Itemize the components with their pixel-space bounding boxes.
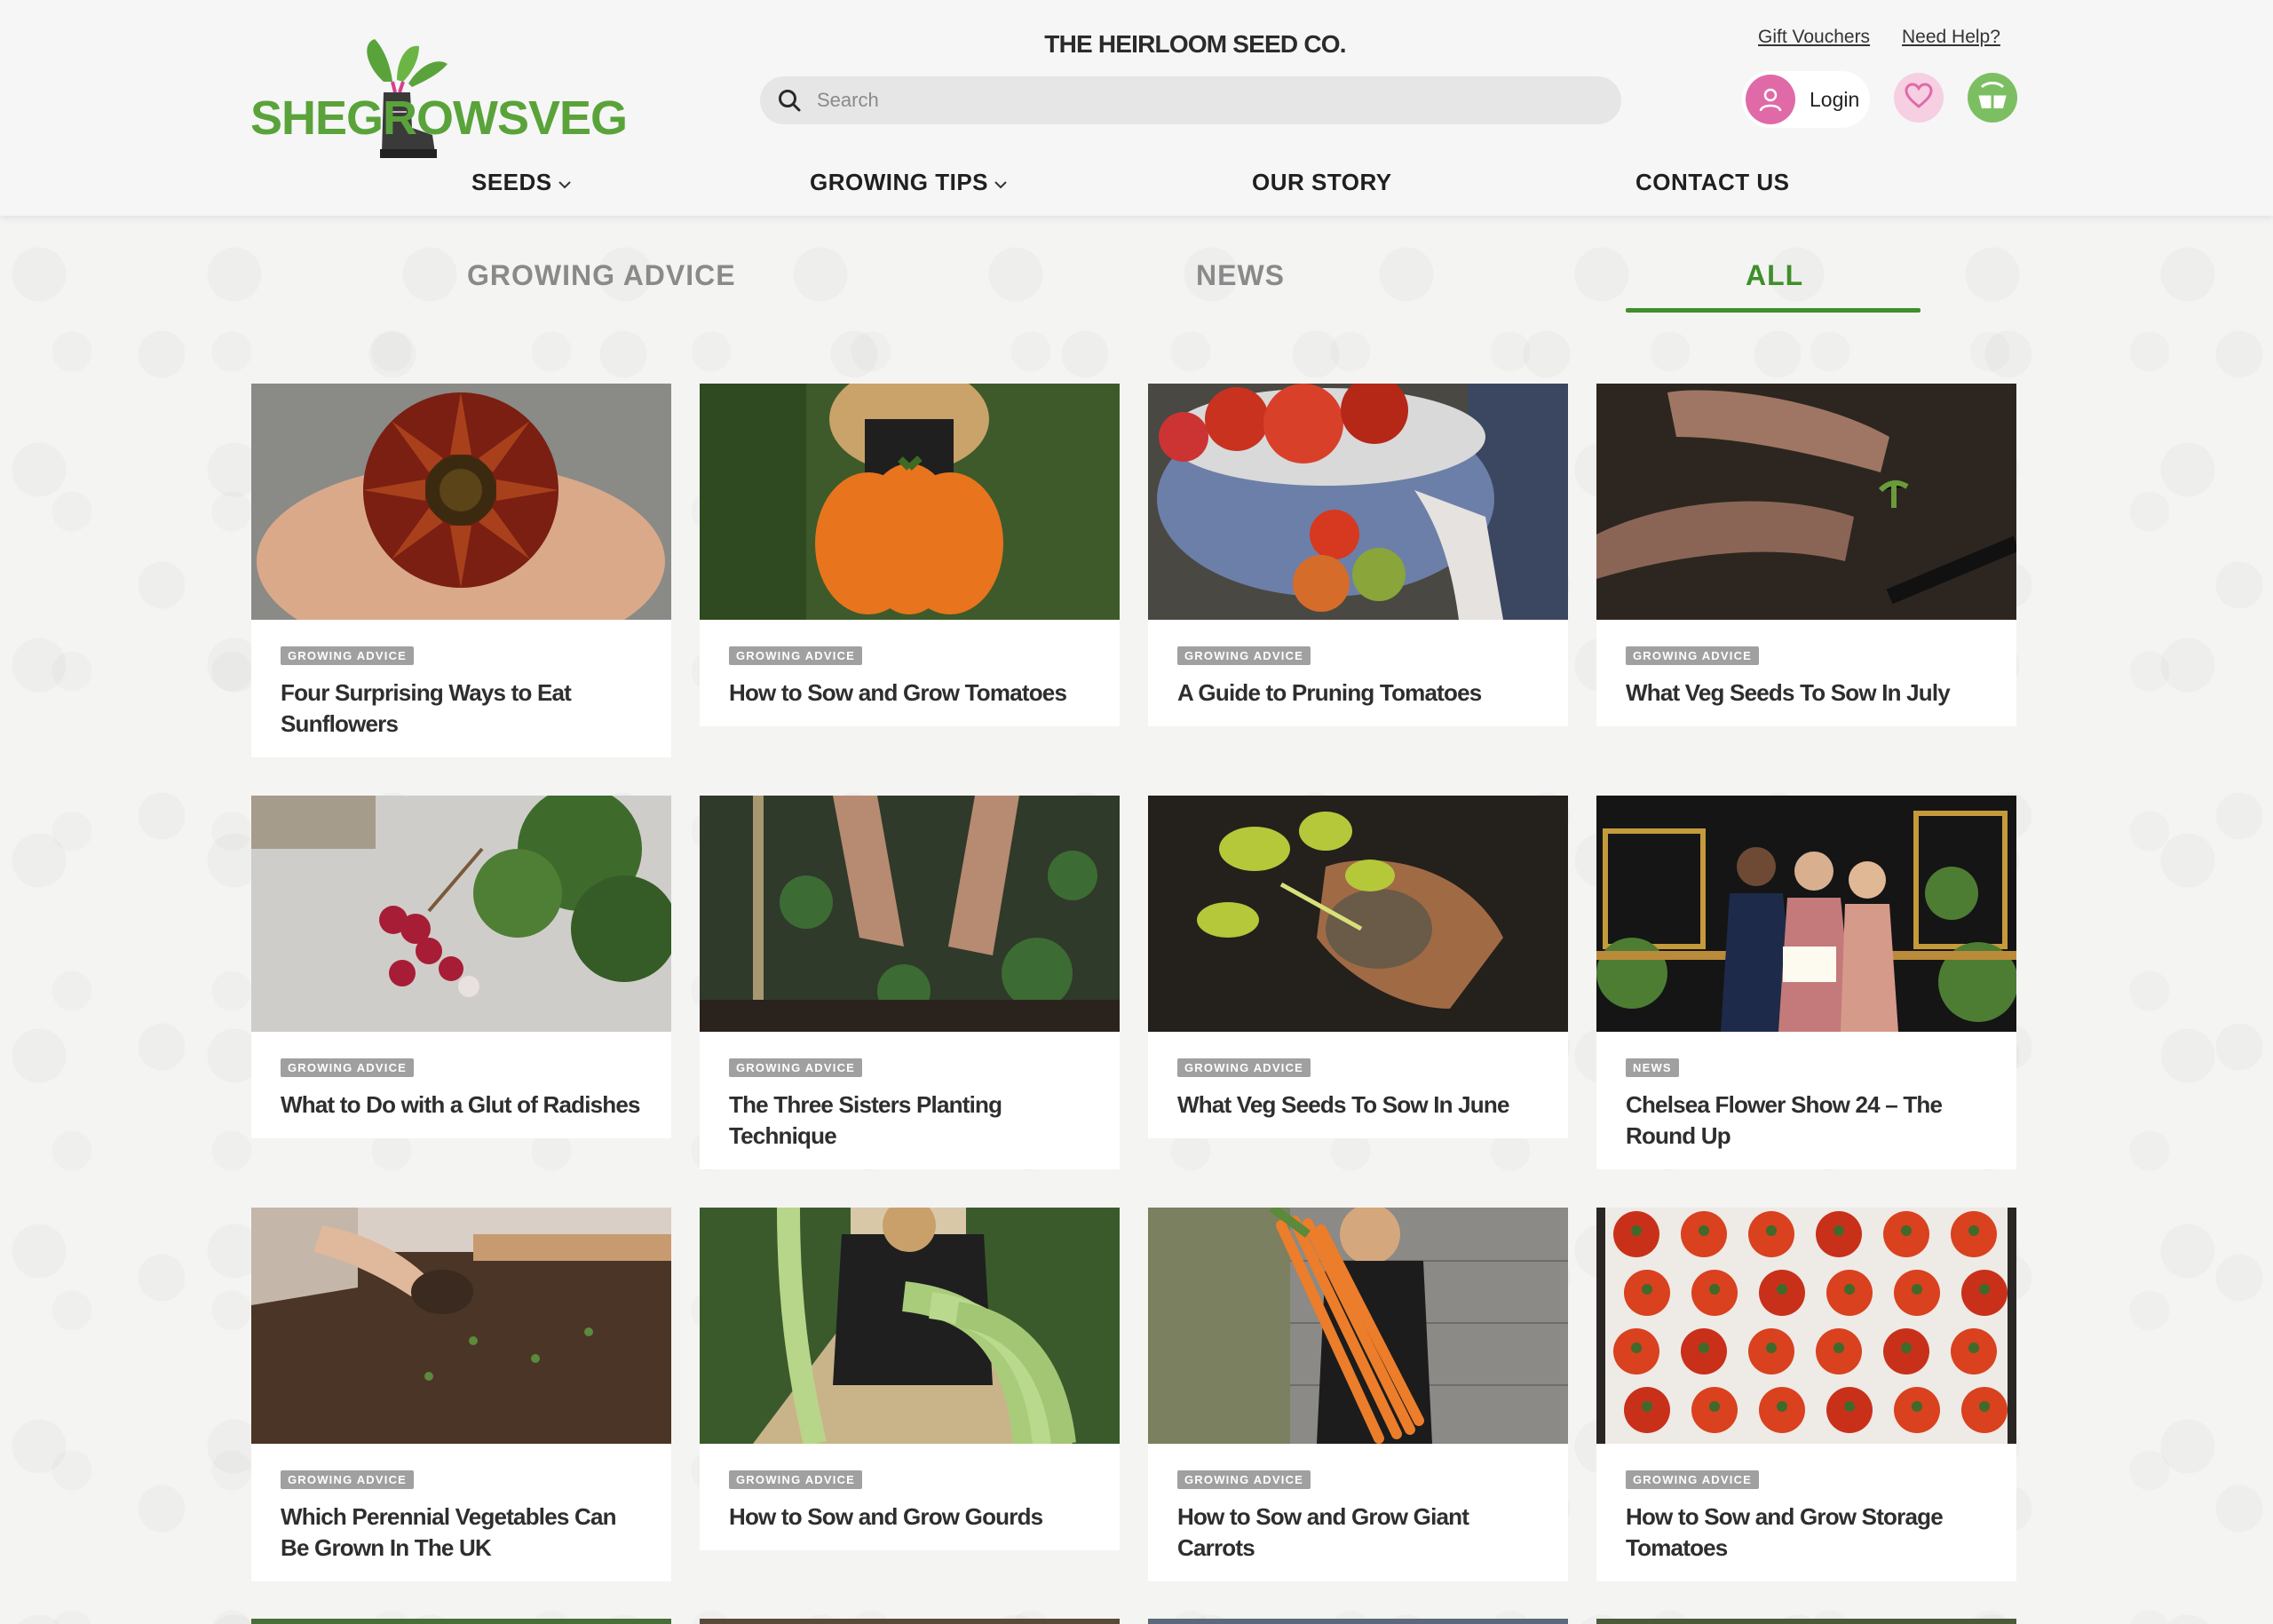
article-image[interactable] (1596, 1208, 2016, 1444)
article-title[interactable]: What Veg Seeds To Sow In June (1177, 1089, 1539, 1121)
article-card[interactable]: GROWING ADVICE A Guide to Pruning Tomato… (1148, 384, 1568, 726)
article-card[interactable]: GROWING ADVICE How to Sow and Grow Gourd… (700, 1208, 1120, 1550)
article-title[interactable]: How to Sow and Grow Giant Carrots (1177, 1501, 1539, 1564)
article-image[interactable] (1148, 796, 1568, 1032)
heart-icon (1905, 82, 1933, 114)
article-image[interactable] (251, 384, 671, 620)
article-card[interactable]: GROWING ADVICE How to Sow and Grow Stora… (1596, 1208, 2016, 1581)
article-title[interactable]: The Three Sisters Planting Technique (729, 1089, 1090, 1152)
article-image[interactable] (251, 1208, 671, 1444)
article-card[interactable]: GROWING ADVICE Which Perennial Vegetable… (251, 1208, 671, 1581)
next-row-image-peek (1148, 1619, 1568, 1624)
tab-growing-advice[interactable]: GROWING ADVICE (467, 259, 736, 292)
article-card[interactable]: GROWING ADVICE What Veg Seeds To Sow In … (1148, 796, 1568, 1138)
article-card[interactable]: GROWING ADVICE The Three Sisters Plantin… (700, 796, 1120, 1169)
category-badge: NEWS (1626, 1058, 1679, 1077)
article-image[interactable] (1596, 796, 2016, 1032)
next-row-image-peek (700, 1619, 1120, 1624)
article-card[interactable]: NEWS Chelsea Flower Show 24 – The Round … (1596, 796, 2016, 1169)
article-card[interactable]: GROWING ADVICE How to Sow and Grow Tomat… (700, 384, 1120, 726)
article-title[interactable]: How to Sow and Grow Gourds (729, 1501, 1090, 1533)
main-nav: SEEDS GROWING TIPS OUR STORY CONTACT US (0, 169, 2273, 201)
user-icon (1746, 75, 1795, 124)
category-badge: GROWING ADVICE (729, 646, 863, 665)
article-card[interactable]: GROWING ADVICE What to Do with a Glut of… (251, 796, 671, 1138)
category-badge: GROWING ADVICE (1177, 646, 1311, 665)
basket-button[interactable] (1968, 73, 2017, 123)
login-label: Login (1810, 87, 1860, 111)
search-input[interactable] (817, 89, 1598, 112)
article-card[interactable]: GROWING ADVICE Four Surprising Ways to E… (251, 384, 671, 757)
chevron-down-icon (558, 169, 572, 196)
article-title[interactable]: How to Sow and Grow Storage Tomatoes (1626, 1501, 1987, 1564)
category-badge: GROWING ADVICE (729, 1058, 863, 1077)
category-badge: GROWING ADVICE (281, 1058, 415, 1077)
site-header: SHEGROWSVEG THE HEIRLOOM SEED CO. Gift V… (0, 0, 2273, 216)
logo-text: SHEGROWSVEG (250, 91, 628, 145)
article-image[interactable] (700, 796, 1120, 1032)
article-image[interactable] (700, 1208, 1120, 1444)
article-title[interactable]: Four Surprising Ways to Eat Sunflowers (281, 677, 642, 740)
category-badge: GROWING ADVICE (1177, 1058, 1311, 1077)
next-row-image-peek (1596, 1619, 2016, 1624)
chevron-down-icon (994, 169, 1008, 196)
article-title[interactable]: Which Perennial Vegetables Can Be Grown … (281, 1501, 642, 1564)
category-badge: GROWING ADVICE (281, 1470, 415, 1489)
basket-icon (1975, 78, 2010, 118)
tab-all[interactable]: ALL (1746, 259, 1803, 292)
article-title[interactable]: How to Sow and Grow Tomatoes (729, 677, 1090, 709)
nav-contact-us-label: CONTACT US (1635, 169, 1790, 195)
article-filter-tabs: GROWING ADVICE NEWS ALL (0, 249, 2273, 320)
category-badge: GROWING ADVICE (281, 646, 415, 665)
brand-title: THE HEIRLOOM SEED CO. (1044, 30, 1346, 58)
article-image[interactable] (1148, 384, 1568, 620)
nav-contact-us[interactable]: CONTACT US (1635, 169, 1790, 196)
category-badge: GROWING ADVICE (729, 1470, 863, 1489)
nav-growing-tips[interactable]: GROWING TIPS (810, 169, 1008, 196)
article-title[interactable]: A Guide to Pruning Tomatoes (1177, 677, 1539, 709)
article-image[interactable] (251, 796, 671, 1032)
nav-our-story[interactable]: OUR STORY (1252, 169, 1392, 196)
nav-seeds-label: SEEDS (471, 169, 552, 195)
search-bar[interactable] (760, 76, 1621, 124)
nav-growing-tips-label: GROWING TIPS (810, 169, 988, 195)
wishlist-button[interactable] (1894, 73, 1944, 123)
article-card[interactable]: GROWING ADVICE How to Sow and Grow Giant… (1148, 1208, 1568, 1581)
article-image[interactable] (1596, 384, 2016, 620)
category-badge: GROWING ADVICE (1626, 646, 1760, 665)
category-badge: GROWING ADVICE (1626, 1470, 1760, 1489)
need-help-link[interactable]: Need Help? (1902, 27, 2000, 48)
login-button[interactable]: Login (1742, 71, 1870, 128)
gift-vouchers-link[interactable]: Gift Vouchers (1758, 27, 1870, 48)
article-image[interactable] (1148, 1208, 1568, 1444)
site-logo[interactable]: SHEGROWSVEG (250, 39, 628, 160)
nav-our-story-label: OUR STORY (1252, 169, 1392, 195)
article-title[interactable]: What Veg Seeds To Sow In July (1626, 677, 1987, 709)
article-title[interactable]: Chelsea Flower Show 24 – The Round Up (1626, 1089, 1987, 1152)
nav-seeds[interactable]: SEEDS (471, 169, 572, 196)
search-icon (774, 85, 804, 115)
tab-news[interactable]: NEWS (1196, 259, 1285, 292)
active-tab-indicator (1626, 308, 1921, 313)
article-image[interactable] (700, 384, 1120, 620)
article-card[interactable]: GROWING ADVICE What Veg Seeds To Sow In … (1596, 384, 2016, 726)
article-title[interactable]: What to Do with a Glut of Radishes (281, 1089, 642, 1121)
category-badge: GROWING ADVICE (1177, 1470, 1311, 1489)
next-row-image-peek (251, 1619, 671, 1624)
